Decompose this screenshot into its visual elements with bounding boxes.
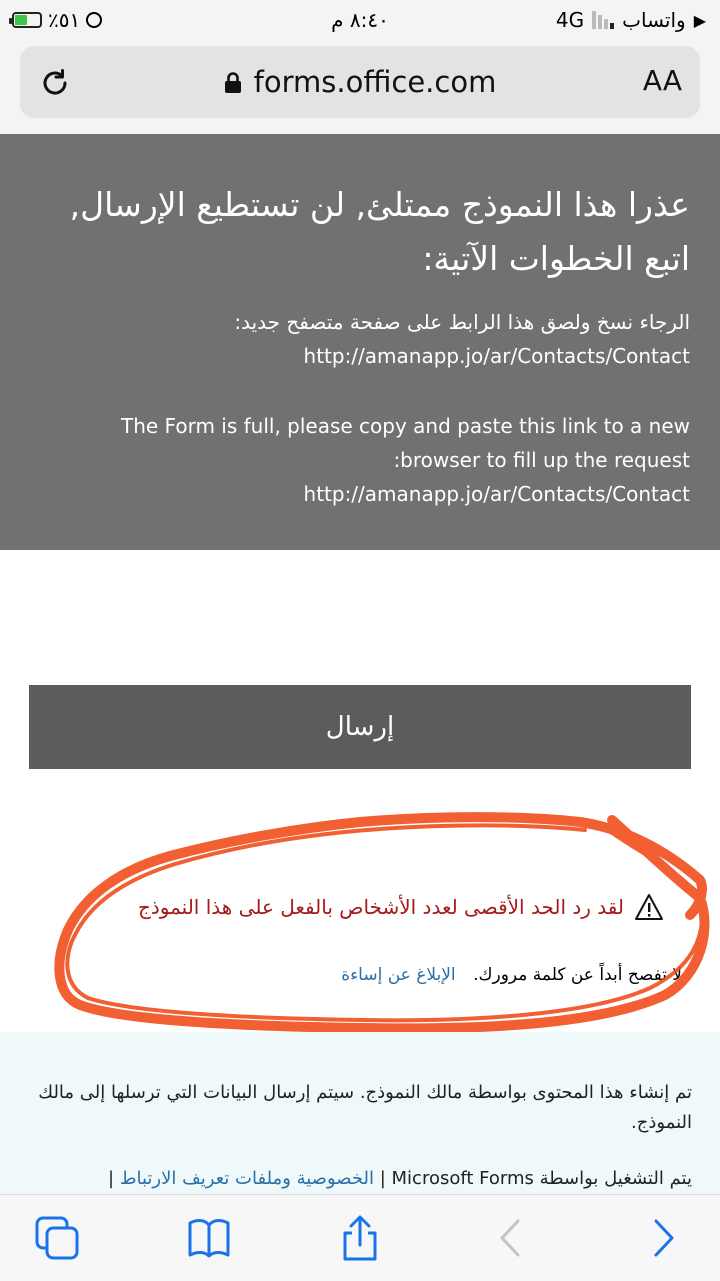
banner-english-line-1: The Form is full, please copy and paste … [120, 414, 690, 438]
form-full-banner: عذرا هذا النموذج ممتلئ, لن تستطيع الإرسا… [0, 134, 720, 550]
browser-chrome: forms.office.com AA [0, 40, 720, 134]
address-bar[interactable]: forms.office.com AA [20, 46, 700, 118]
password-notice: لا تفصح أبداً عن كلمة مرورك. [473, 965, 682, 985]
status-left-group: ٪٥١ [9, 8, 103, 32]
banner-link-1[interactable]: http://amanapp.jo/ar/Contacts/Contact [30, 344, 690, 368]
share-icon[interactable] [337, 1215, 383, 1261]
warning-triangle-icon [635, 894, 663, 920]
privacy-cookies-link[interactable]: الخصوصية وملفات تعريف الارتباط [120, 1168, 374, 1189]
banner-arabic-instruction: الرجاء نسخ ولصق هذا الرابط على صفحة متصف… [234, 310, 690, 334]
battery-percent: ٪٥١ [48, 8, 81, 32]
url-text: forms.office.com [253, 65, 497, 99]
battery-icon [9, 12, 42, 28]
notice-row: لا تفصح أبداً عن كلمة مرورك. الإبلاغ عن … [341, 965, 682, 985]
browser-toolbar [0, 1194, 720, 1281]
bookmarks-icon[interactable] [186, 1215, 232, 1261]
back-chevron-icon[interactable] [488, 1215, 534, 1261]
banner-title: عذرا هذا النموذج ممتلئ, لن تستطيع الإرسا… [69, 185, 690, 278]
footer-powered-by: يتم التشغيل بواسطة Microsoft Forms | [379, 1168, 692, 1189]
reader-aa-button[interactable]: AA [643, 64, 682, 97]
footer-separator: | [108, 1168, 115, 1189]
banner-link-2[interactable]: http://amanapp.jo/ar/Contacts/Contact [30, 482, 690, 506]
forward-chevron-icon[interactable] [640, 1215, 686, 1261]
warning-row: لقد رد الحد الأقصى لعدد الأشخاص بالفعل ع… [138, 893, 664, 921]
footer-links: يتم التشغيل بواسطة Microsoft Forms | الخ… [108, 1168, 692, 1189]
tabs-icon[interactable] [34, 1215, 80, 1261]
orientation-lock-icon [86, 12, 103, 28]
footer-created-by: تم إنشاء هذا المحتوى بواسطة مالك النموذج… [38, 1082, 692, 1133]
form-footer: تم إنشاء هذا المحتوى بواسطة مالك النموذج… [0, 1032, 720, 1194]
banner-english-line-2: :browser to fill up the request [393, 448, 690, 472]
send-button[interactable]: إرسال [29, 685, 691, 769]
report-abuse-link[interactable]: الإبلاغ عن إساءة [341, 965, 455, 985]
status-time: ٨:٤٠ م [331, 8, 389, 32]
url-display[interactable]: forms.office.com [20, 65, 700, 99]
warning-text: لقد رد الحد الأقصى لعدد الأشخاص بالفعل ع… [137, 895, 624, 919]
status-bar: ▶ واتساب 4G ٨:٤٠ م ٪٥١ [0, 0, 720, 40]
lock-icon [224, 72, 241, 93]
battery-fill [15, 15, 28, 25]
